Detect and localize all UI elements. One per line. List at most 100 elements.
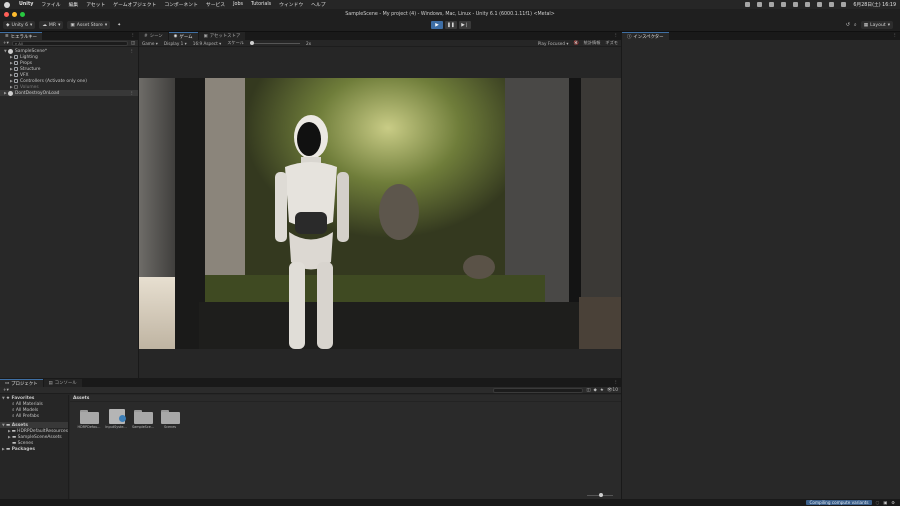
control-center-icon[interactable] [841,2,847,7]
mute-audio-icon[interactable]: 🔇 [573,40,578,46]
cache-icon[interactable]: ▣ [883,500,887,505]
asset-folder-tile[interactable]: Scenes [157,409,183,429]
tab-game[interactable]: ◉ ゲーム [168,32,198,40]
stats-button[interactable]: 統計情報 [584,40,601,46]
volume-icon[interactable] [805,2,811,7]
panel-menu-icon[interactable]: ⋮ [131,33,135,38]
menu-app-unity[interactable]: Unity [19,2,33,7]
project-panel: ▭ プロジェクト ▤ コンソール ⋮ +▾ ◫ ◆ ★ 👁10 ▼ ★ Favo… [0,379,621,499]
pause-button[interactable]: ❚❚ [445,21,457,29]
type-filter-icon[interactable]: ◫ [586,388,590,393]
layout-dropdown[interactable]: ▦ Layout ▾ [860,21,893,29]
menu-help[interactable]: ヘルプ [311,1,325,8]
menu-edit[interactable]: 編集 [69,1,79,8]
tab-scene[interactable]: # シーン [139,32,168,40]
gamepad-icon: ◉ [173,34,178,39]
play-controls: ▶ ❚❚ ▶❘ [431,21,471,29]
add-icon[interactable]: +▾ [3,41,9,46]
search-icon[interactable]: ⌕ [854,22,857,28]
gameobject-icon [14,67,18,71]
panel-menu-icon[interactable]: ⋮ [614,33,618,38]
slider-knob[interactable] [249,40,254,45]
packages-folder[interactable]: ▶ ▬ Packages [0,446,68,452]
game-mode-dropdown[interactable]: Game ▾ [142,41,158,46]
tab-label: ヒエラルキー [10,34,38,40]
icon-size-slider[interactable] [587,493,613,497]
play-button[interactable]: ▶ [431,21,443,29]
menubar-clock[interactable]: 6月28日(土) 16:19 [853,1,896,8]
unity-logo-icon: ◆ [6,22,10,28]
play-focused-dropdown[interactable]: Play Focused ▾ [538,41,569,46]
hierarchy-panel: ≡ ヒエラルキー ⋮ +▾ ⌕ All ◫ ▼ SampleScene* ⋮ ▶… [0,32,138,378]
breadcrumb[interactable]: Assets [70,395,621,402]
gameobject-icon [14,85,18,89]
asset-folder-tile[interactable]: HDRPDefau... [76,409,102,429]
hidden-count-badge[interactable]: 👁10 [607,388,618,393]
tab-inspector[interactable]: ⓘ インスペクター [622,32,669,40]
hierarchy-toolbar: +▾ ⌕ All ◫ [0,40,138,47]
menu-jobs[interactable]: Jobs [233,2,243,7]
asset-folder-tile[interactable]: SampleSce... [130,409,156,429]
project-search-input[interactable] [493,387,584,393]
scene-icon: # [144,33,148,39]
menu-component[interactable]: コンポーネント [164,1,198,8]
menu-window[interactable]: ウィンドウ [279,1,303,8]
slider-knob[interactable] [599,493,603,497]
game-viewport[interactable] [139,47,621,378]
account-label: Unity 6 [11,22,28,28]
more-icon[interactable]: ⋮ [130,49,138,54]
ai-button[interactable]: ✦ [114,21,124,29]
aspect-dropdown[interactable]: 16:9 Aspect ▾ [193,41,221,46]
game-render-image[interactable] [139,47,621,378]
branch-button[interactable]: ☁ MR ▾ [39,21,64,29]
tab-hierarchy[interactable]: ≡ ヒエラルキー [0,32,43,40]
asset-store-button[interactable]: ▣ Asset Store ▾ [67,21,111,29]
tab-project[interactable]: ▭ プロジェクト [0,379,43,387]
gizmos-button[interactable]: ギズモ [605,40,618,46]
folder-icon [133,409,153,424]
folder-icon: ▬ [12,434,17,440]
bluetooth-icon[interactable] [793,2,799,7]
search-scope-label: All [18,40,23,46]
gameobject-icon [14,79,18,83]
status-icon[interactable] [757,2,763,7]
menu-gameobject[interactable]: ゲームオブジェクト [113,1,156,8]
scale-label: スケール [227,40,244,45]
layout-label: Layout [870,22,886,28]
spinner-icon: ◌ [875,500,880,505]
menu-assets[interactable]: アセット [86,1,105,8]
display-dropdown[interactable]: Display 1 ▾ [164,41,187,46]
panel-menu-icon[interactable]: ⋮ [893,33,897,38]
step-button[interactable]: ▶❘ [459,21,471,29]
tab-label: アセットストア [209,34,241,39]
filter-icon[interactable]: ◫ [131,41,135,46]
tab-label: プロジェクト [11,381,38,387]
label-filter-icon[interactable]: ◆ [594,388,597,393]
undo-history-icon[interactable]: ↺ [846,22,850,28]
store-icon: ▣ [203,33,208,39]
status-icon[interactable] [769,2,775,7]
game-toolbar-right: Play Focused ▾ 🔇 統計情報 ギズモ [538,40,618,46]
status-icon[interactable] [781,2,787,7]
star-icon[interactable]: ★ [600,388,604,393]
tab-console[interactable]: ▤ コンソール [43,379,82,387]
menu-file[interactable]: ファイル [41,1,60,8]
scale-slider[interactable] [249,40,300,45]
status-icon[interactable] [745,2,751,7]
add-icon[interactable]: +▾ [3,388,9,393]
panel-menu-icon[interactable]: ⋮ [614,380,618,385]
account-button[interactable]: ◆ Unity 6 ▾ [3,21,36,29]
menu-services[interactable]: サービス [206,1,225,8]
hierarchy-scene-item[interactable]: ▶ DontDestroyOnLoad ⋮ [0,90,138,96]
search-icon[interactable] [829,2,835,7]
tab-asset-store[interactable]: ▣ アセットストア [198,32,246,40]
favorite-label: All Prefabs [15,413,40,419]
more-icon[interactable]: ⋮ [130,91,138,96]
hierarchy-search-input[interactable]: ⌕ All [11,40,128,46]
apple-icon[interactable] [4,1,10,8]
menu-tutorials[interactable]: Tutorials [251,2,271,7]
wifi-icon[interactable] [817,2,823,7]
debug-mode-icon[interactable]: ⚙ [891,500,895,505]
asset-file-tile[interactable]: InputSyste... [103,409,129,429]
branch-label: MR [48,22,57,28]
